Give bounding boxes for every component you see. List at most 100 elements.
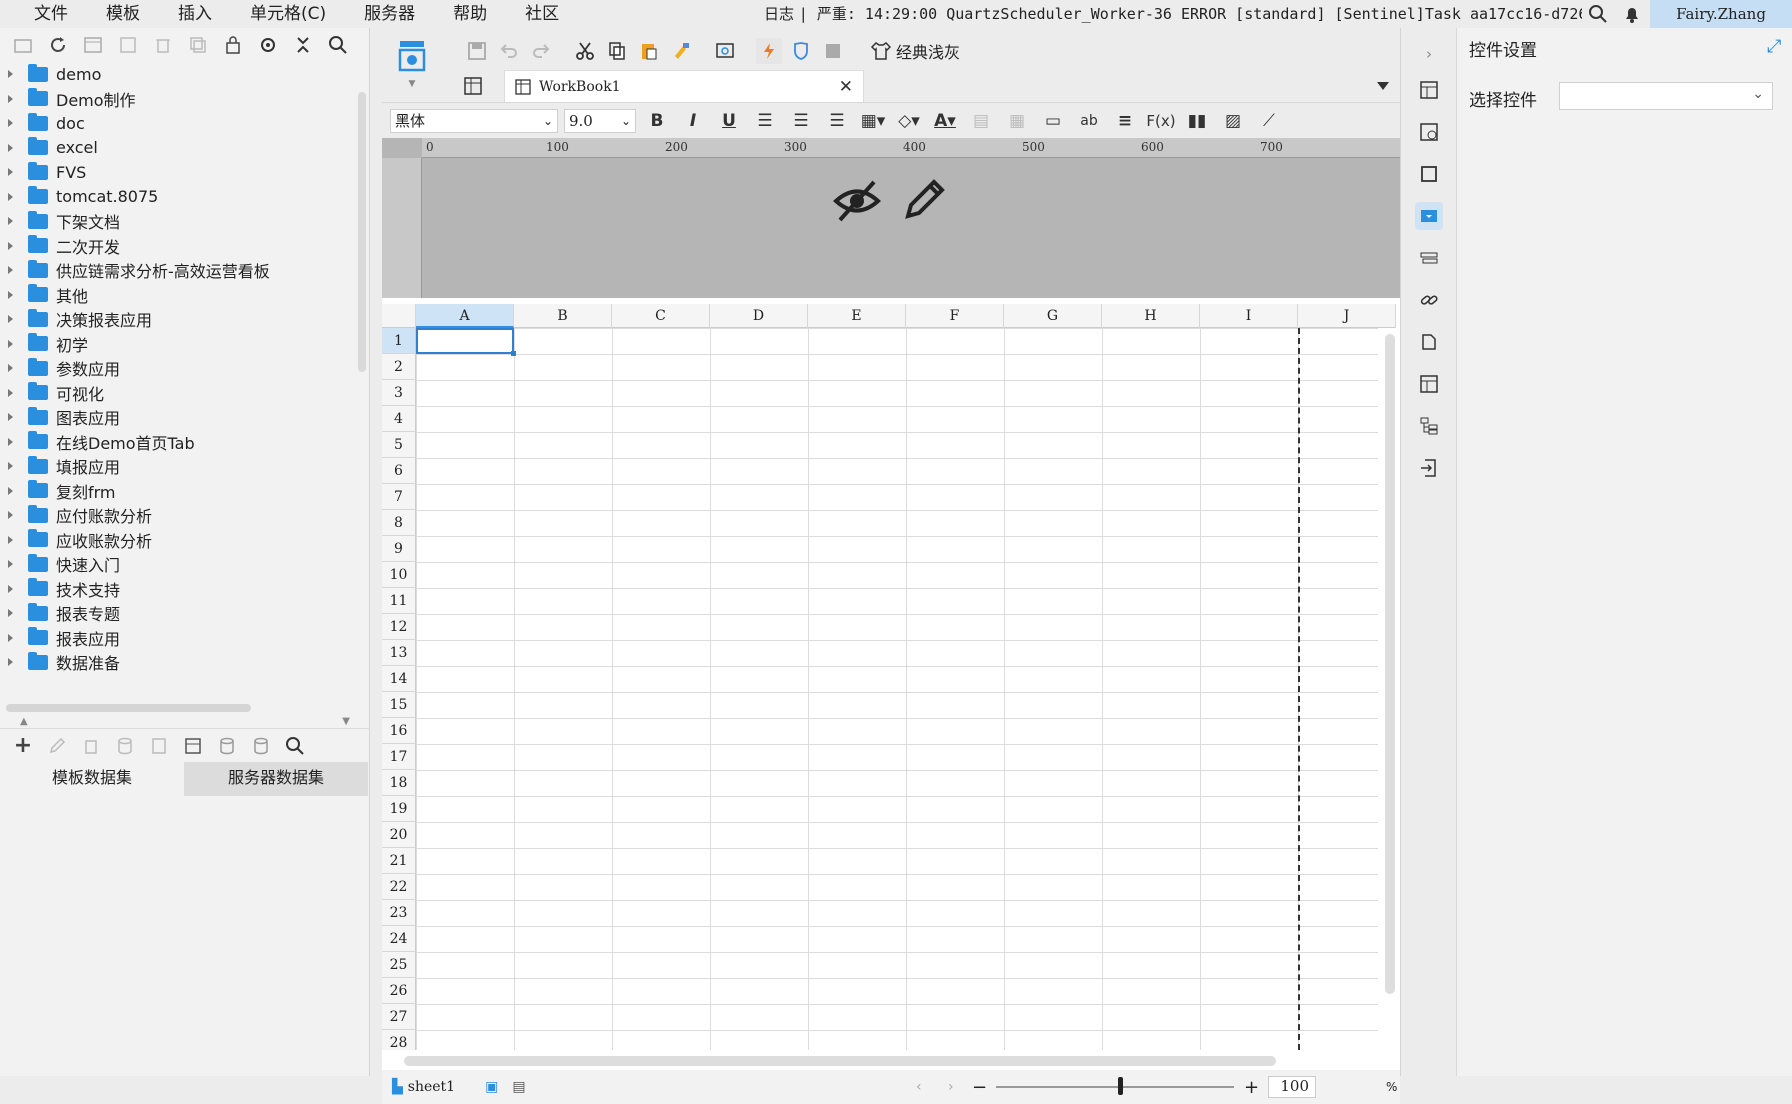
fill-color-icon[interactable]: ◇▾ xyxy=(894,107,924,135)
edit-icon[interactable] xyxy=(44,733,70,759)
expand-arrow-icon[interactable] xyxy=(8,658,13,667)
tab-menu-icon[interactable] xyxy=(1370,73,1396,99)
cell-element-button[interactable]: ▼ xyxy=(392,36,432,92)
collapse-panel-icon[interactable]: ⤢ xyxy=(1767,36,1781,57)
tree-folder-item[interactable]: 参数应用 xyxy=(0,356,356,381)
widget-settings-icon[interactable] xyxy=(1415,202,1443,230)
preview-icon[interactable] xyxy=(146,733,172,759)
expand-arrow-icon[interactable] xyxy=(8,168,13,177)
unmerge-cells-icon[interactable]: ▦ xyxy=(1002,107,1032,135)
template-icon[interactable] xyxy=(80,32,106,58)
document-tab[interactable]: WorkBook1 ✕ xyxy=(504,70,864,102)
expand-arrow-icon[interactable] xyxy=(8,413,13,422)
expand-arrow-icon[interactable] xyxy=(8,70,13,79)
row-header[interactable]: 5 xyxy=(382,432,416,458)
expand-arrow-icon[interactable] xyxy=(8,535,13,544)
tree-structure-icon[interactable] xyxy=(1415,412,1443,440)
row-header[interactable]: 18 xyxy=(382,770,416,796)
menu-template[interactable]: 模板 xyxy=(94,0,152,28)
expand-arrow-icon[interactable] xyxy=(8,511,13,520)
tree-folder-item[interactable]: 报表应用 xyxy=(0,626,356,651)
menu-community[interactable]: 社区 xyxy=(513,0,571,28)
select-widget-dropdown[interactable]: ⌄ xyxy=(1559,82,1773,110)
tree-folder-item[interactable]: 数据准备 xyxy=(0,650,356,675)
align-center-icon[interactable]: ☰ xyxy=(786,107,816,135)
tree-folder-item[interactable]: 初学 xyxy=(0,332,356,357)
collapse-icon[interactable] xyxy=(290,32,316,58)
row-header[interactable]: 11 xyxy=(382,588,416,614)
user-account[interactable]: Fairy.Zhang xyxy=(1650,0,1792,28)
chevron-down-icon[interactable]: ▼ xyxy=(342,716,350,727)
panel-splitter[interactable]: ▲ ▼ xyxy=(0,714,370,728)
vertical-scrollbar[interactable] xyxy=(1378,328,1400,1050)
column-header[interactable]: C xyxy=(612,304,710,328)
preview-icon[interactable] xyxy=(712,38,738,64)
tree-horizontal-scrollbar[interactable] xyxy=(6,704,251,712)
row-header[interactable]: 1 xyxy=(382,328,416,354)
menu-file[interactable]: 文件 xyxy=(0,0,80,28)
row-header[interactable]: 24 xyxy=(382,926,416,952)
format-painter-icon[interactable] xyxy=(668,38,694,64)
tree-folder-item[interactable]: 供应链需求分析-高效运营看板 xyxy=(0,258,356,283)
next-sheet-icon[interactable]: › xyxy=(948,1079,954,1095)
expand-arrow-icon[interactable] xyxy=(8,437,13,446)
tree-folder-item[interactable]: 应付账款分析 xyxy=(0,503,356,528)
copy-icon[interactable] xyxy=(185,32,211,58)
row-header[interactable]: 10 xyxy=(382,562,416,588)
scroll-thumb[interactable] xyxy=(1385,334,1395,994)
row-header[interactable]: 9 xyxy=(382,536,416,562)
row-header[interactable]: 2 xyxy=(382,354,416,380)
expand-arrow-icon[interactable] xyxy=(8,192,13,201)
expand-panel-icon[interactable]: › xyxy=(1415,40,1443,68)
column-header[interactable]: G xyxy=(1004,304,1102,328)
menu-help[interactable]: 帮助 xyxy=(441,0,499,28)
zoom-input[interactable]: 100 xyxy=(1268,1076,1316,1098)
tree-folder-item[interactable]: 决策报表应用 xyxy=(0,307,356,332)
locate-icon[interactable] xyxy=(255,32,281,58)
column-header[interactable]: A xyxy=(416,304,514,328)
new-report-icon[interactable] xyxy=(460,73,486,99)
row-header[interactable]: 25 xyxy=(382,952,416,978)
row-header[interactable]: 3 xyxy=(382,380,416,406)
plugin-icon[interactable] xyxy=(756,38,782,64)
expand-arrow-icon[interactable] xyxy=(8,609,13,618)
chevron-down-icon[interactable]: ▼ xyxy=(409,79,416,89)
formula-icon[interactable]: F(x) xyxy=(1146,107,1176,135)
menu-insert[interactable]: 插入 xyxy=(166,0,224,28)
close-icon[interactable]: ✕ xyxy=(839,77,853,97)
pencil-icon[interactable] xyxy=(902,176,948,222)
row-header[interactable]: 21 xyxy=(382,848,416,874)
column-header[interactable]: B xyxy=(514,304,612,328)
cell-element-icon[interactable] xyxy=(1415,118,1443,146)
expand-arrow-icon[interactable] xyxy=(8,388,13,397)
tree-folder-item[interactable]: demo xyxy=(0,62,356,87)
tree-scrollbar[interactable] xyxy=(358,92,366,372)
expand-arrow-icon[interactable] xyxy=(8,94,13,103)
bold-button[interactable]: B xyxy=(642,107,672,135)
expand-arrow-icon[interactable] xyxy=(8,486,13,495)
row-header[interactable]: 17 xyxy=(382,744,416,770)
tree-folder-item[interactable]: tomcat.8075 xyxy=(0,185,356,210)
expand-arrow-icon[interactable] xyxy=(8,584,13,593)
zoom-out-button[interactable]: − xyxy=(972,1077,987,1098)
align-right-icon[interactable]: ☰ xyxy=(822,107,852,135)
italic-button[interactable]: I xyxy=(678,107,708,135)
row-header[interactable]: 28 xyxy=(382,1030,416,1050)
tree-folder-item[interactable]: 二次开发 xyxy=(0,234,356,259)
shield-icon[interactable] xyxy=(788,38,814,64)
tree-folder-item[interactable]: 填报应用 xyxy=(0,454,356,479)
row-header[interactable]: 4 xyxy=(382,406,416,432)
tree-folder-item[interactable]: excel xyxy=(0,136,356,161)
row-header[interactable]: 6 xyxy=(382,458,416,484)
save-icon[interactable] xyxy=(464,38,490,64)
tree-folder-item[interactable]: 可视化 xyxy=(0,381,356,406)
row-header[interactable]: 12 xyxy=(382,614,416,640)
theme-button[interactable]: 经典浅灰 xyxy=(870,39,960,63)
column-header[interactable]: E xyxy=(808,304,906,328)
undo-icon[interactable] xyxy=(496,38,522,64)
expand-arrow-icon[interactable] xyxy=(8,241,13,250)
database-icon[interactable] xyxy=(112,733,138,759)
row-header[interactable]: 22 xyxy=(382,874,416,900)
font-color-icon[interactable]: A▾ xyxy=(930,107,960,135)
zoom-in-button[interactable]: + xyxy=(1244,1077,1259,1098)
